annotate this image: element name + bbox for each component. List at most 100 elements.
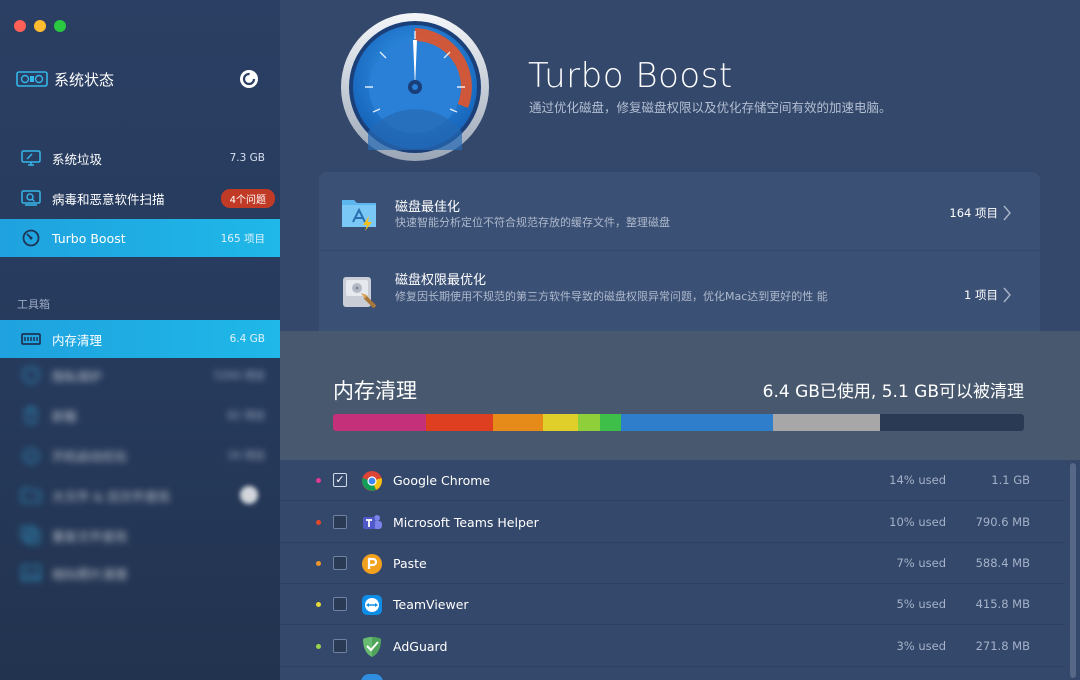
process-row-adguard[interactable]: AdGuard 3% used 271.8 MB: [280, 626, 1065, 667]
sidebar-item-value: 5344 项目: [213, 369, 265, 382]
sidebar-item-similar-photos[interactable]: 相似照片清理: [0, 554, 280, 592]
sidebar-item-label: Turbo Boost: [52, 230, 126, 246]
system-status-item[interactable]: 系统状态: [16, 66, 114, 92]
status-indicator-icon: [240, 70, 258, 88]
feature-count: 1 项目: [964, 288, 998, 302]
disk-utility-icon: [343, 277, 377, 309]
sidebar-item-startup[interactable]: 开机启动优化 34 项目: [0, 436, 280, 474]
adguard-icon: [363, 637, 381, 657]
chevron-right-icon: [1003, 287, 1011, 303]
feature-count: 164 项目: [949, 206, 998, 220]
sidebar-item-label: 内存清理: [52, 332, 103, 348]
process-memory-size: 588.4 MB: [975, 556, 1030, 570]
app-store-folder-icon: [342, 200, 376, 231]
sidebar-item-label: 重复文件查找: [52, 528, 128, 544]
sidebar-item-turbo-boost[interactable]: Turbo Boost 165 项目: [0, 219, 280, 257]
sidebar-item-privacy[interactable]: 隐私保护 5344 项目: [0, 356, 280, 394]
memory-segment: [600, 414, 622, 431]
sidebar-item-value: 34 项目: [227, 449, 265, 462]
process-name: Paste: [393, 556, 427, 571]
process-list: ✓ Google Chrome 14% used 1.1 GB Microsof…: [280, 460, 1080, 680]
process-usage-percent: 14% used: [889, 473, 946, 487]
process-usage-percent: 5% used: [896, 597, 946, 611]
memory-usage-bar: [333, 414, 1024, 431]
memory-usage-summary: 6.4 GB已使用, 5.1 GB可以被清理: [762, 382, 1024, 402]
process-row-teamviewer[interactable]: TeamViewer 5% used 415.8 MB: [280, 584, 1065, 625]
sidebar-item-uninstall[interactable]: 卸载 82 项目: [0, 396, 280, 434]
sidebar-item-label: 大文件 & 旧文件查找: [52, 488, 170, 504]
issue-badge: 4个问题: [220, 188, 275, 208]
process-checkbox[interactable]: [333, 639, 347, 653]
process-memory-size: 790.6 MB: [975, 515, 1030, 529]
process-color-dot: [316, 561, 321, 566]
sidebar-item-value: 165 项目: [220, 232, 265, 245]
process-color-dot: [316, 644, 321, 649]
sidebar: 系统状态 系统垃圾 7.3 GB 病毒和恶意软件扫描 4个问题 Turbo Bo…: [0, 0, 280, 680]
system-status-icon: [16, 71, 48, 87]
teams-icon: [363, 515, 382, 529]
shield-icon: [23, 366, 39, 384]
process-row-teams[interactable]: Microsoft Teams Helper 10% used 790.6 MB: [280, 502, 1065, 543]
memory-segment: [577, 414, 601, 431]
paste-icon: [362, 554, 382, 574]
sidebar-item-label: 隐私保护: [52, 368, 103, 384]
sidebar-item-value: 82 项目: [227, 409, 265, 422]
duplicate-icon: [21, 526, 40, 544]
sidebar-item-large-files[interactable]: 大文件 & 旧文件查找: [0, 476, 280, 514]
feature-desc: 修复因长期使用不规范的第三方软件导致的磁盘权限异常问题，优化Mac达到更好的性 …: [395, 290, 828, 303]
process-memory-size: 271.8 MB: [975, 639, 1030, 653]
close-button[interactable]: [14, 20, 26, 32]
memory-chip-icon: [21, 333, 41, 345]
power-icon: [23, 447, 39, 464]
tools-section-header: 工具箱: [17, 298, 50, 311]
memory-title: 内存清理: [333, 379, 417, 403]
memory-segment: [333, 414, 427, 431]
trash-icon: [25, 407, 37, 424]
process-row-chrome[interactable]: ✓ Google Chrome 14% used 1.1 GB: [280, 460, 1065, 501]
main-content: Turbo Boost 通过优化磁盘，修复磁盘权限以及优化存储空间有效的加速电脑…: [280, 0, 1080, 680]
feature-card-disk-permissions[interactable]: 磁盘权限最优化 修复因长期使用不规范的第三方软件导致的磁盘权限异常问题，优化Ma…: [319, 251, 1040, 331]
photo-icon: [21, 565, 41, 581]
memory-segment: [543, 414, 578, 431]
system-status-label: 系统状态: [54, 70, 115, 89]
process-checkbox[interactable]: [333, 515, 347, 529]
process-color-dot: [316, 478, 321, 483]
process-checkbox[interactable]: ✓: [333, 473, 347, 487]
sidebar-item-label: 相似照片清理: [52, 566, 128, 582]
feature-card-disk-optimize[interactable]: 磁盘最佳化 快速智能分析定位不符合规范存放的缓存文件，整理磁盘 164 项目: [319, 172, 1040, 250]
minimize-button[interactable]: [34, 20, 46, 32]
folder-icon: [21, 488, 41, 503]
process-memory-size: 1.1 GB: [991, 473, 1030, 487]
scan-icon: [21, 190, 41, 206]
process-memory-size: 415.8 MB: [975, 597, 1030, 611]
partial-process-icon: [361, 674, 383, 680]
zoom-button[interactable]: [54, 20, 66, 32]
process-color-dot: [316, 520, 321, 525]
process-usage-percent: 7% used: [896, 556, 946, 570]
process-row-paste[interactable]: Paste 7% used 588.4 MB: [280, 543, 1065, 584]
process-usage-percent: 10% used: [889, 515, 946, 529]
chevron-right-icon: [1003, 205, 1011, 221]
sidebar-item-malware-scan[interactable]: 病毒和恶意软件扫描 4个问题: [0, 179, 280, 217]
speedometer-gauge-icon: [341, 13, 489, 161]
memory-segment: [621, 414, 774, 431]
process-color-dot: [316, 602, 321, 607]
process-name: Microsoft Teams Helper: [393, 515, 539, 530]
memory-segment: [493, 414, 544, 431]
process-checkbox[interactable]: [333, 597, 347, 611]
sidebar-item-duplicates[interactable]: 重复文件查找: [0, 516, 280, 554]
sidebar-item-system-junk[interactable]: 系统垃圾 7.3 GB: [0, 139, 280, 177]
sidebar-item-value: 6.4 GB: [229, 333, 265, 345]
teamviewer-icon: [362, 595, 382, 615]
sidebar-item-label: 病毒和恶意软件扫描: [52, 191, 165, 207]
speedometer-icon: [22, 229, 40, 247]
sidebar-item-value: 7.3 GB: [229, 152, 265, 164]
feature-title: 磁盘权限最优化: [395, 273, 487, 288]
process-checkbox[interactable]: [333, 556, 347, 570]
feature-desc: 快速智能分析定位不符合规范存放的缓存文件，整理磁盘: [395, 216, 670, 229]
process-usage-percent: 3% used: [896, 639, 946, 653]
chrome-icon: [362, 471, 382, 491]
process-name: TeamViewer: [393, 597, 469, 612]
scrollbar[interactable]: [1070, 463, 1076, 678]
sidebar-item-memory-clean[interactable]: 内存清理 6.4 GB: [0, 320, 280, 358]
